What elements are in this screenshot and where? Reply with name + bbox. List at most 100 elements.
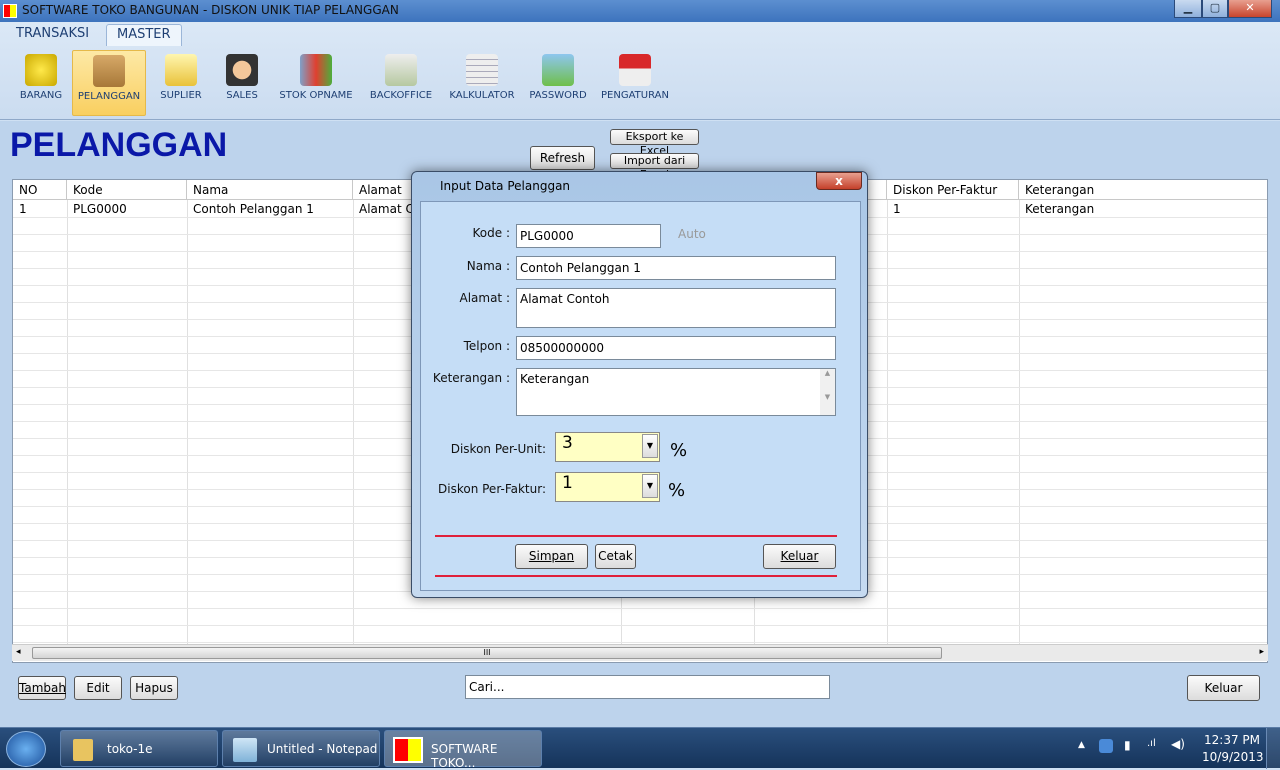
nama-field[interactable] <box>516 256 836 280</box>
clock-time[interactable]: 12:37 PM <box>1204 733 1260 747</box>
alamat-label: Alamat : <box>459 291 510 305</box>
diskon-unit-select[interactable]: 3 ▼ <box>555 432 660 462</box>
folder-icon <box>73 739 93 761</box>
dialog-keluar-button[interactable]: Keluar <box>763 544 836 569</box>
taskbar-label: SOFTWARE TOKO... <box>431 742 498 770</box>
column-header-no[interactable]: NO <box>13 180 67 200</box>
tool-label: SALES <box>226 90 258 101</box>
import-excel-button[interactable]: Import dari Excel <box>610 153 699 181</box>
column-header-keterangan[interactable]: Keterangan <box>1019 180 1267 200</box>
dialog-close-button[interactable]: x <box>816 172 862 190</box>
search-input[interactable] <box>465 675 830 699</box>
percent-label: % <box>670 440 688 461</box>
show-desktop-button[interactable] <box>1266 728 1280 769</box>
simpan-button[interactable]: Simpan <box>515 544 588 569</box>
grid-line <box>13 625 1267 626</box>
tool-label: PENGATURAN <box>601 90 669 101</box>
hapus-button[interactable]: Hapus <box>130 676 178 700</box>
chevron-down-icon[interactable]: ▼ <box>642 434 658 458</box>
keterangan-label: Keterangan : <box>432 371 510 385</box>
close-button[interactable]: ✕ <box>1228 0 1272 18</box>
input-dialog: Input Data Pelanggan x Kode : Auto Nama … <box>411 171 868 598</box>
volume-icon[interactable]: ◀) <box>1171 737 1185 751</box>
scrollbar-thumb[interactable]: III <box>32 647 942 659</box>
telpon-field[interactable] <box>516 336 836 360</box>
keterangan-text: Keterangan <box>520 372 590 386</box>
tool-label: SUPLIER <box>160 90 202 101</box>
tool-label: BACKOFFICE <box>369 90 433 101</box>
show-hidden-icons[interactable]: ▲ <box>1078 740 1085 750</box>
divider <box>435 575 837 577</box>
telpon-label: Telpon : <box>463 339 510 353</box>
clock-date[interactable]: 10/9/2013 <box>1202 750 1264 764</box>
minimize-button[interactable]: ▁ <box>1174 0 1202 18</box>
divider <box>435 535 837 537</box>
edit-button[interactable]: Edit <box>74 676 122 700</box>
grid-line <box>1019 200 1020 644</box>
power-icon[interactable]: ▮ <box>1124 738 1131 752</box>
diskon-unit-label: Diskon Per-Unit: <box>450 442 546 456</box>
nama-label: Nama : <box>466 259 510 273</box>
column-header-kode[interactable]: Kode <box>67 180 187 200</box>
network-app-icon[interactable] <box>1099 739 1113 753</box>
tool-kalkulator[interactable]: KALKULATOR <box>444 50 520 116</box>
tool-pengaturan[interactable]: PENGATURAN <box>596 50 674 116</box>
tambah-button[interactable]: Tambah <box>18 676 66 700</box>
tool-password[interactable]: PASSWORD <box>526 50 590 116</box>
app-icon <box>3 4 17 18</box>
horizontal-scrollbar[interactable]: ◂ III ▸ <box>12 644 1268 661</box>
lock-icon <box>542 54 574 86</box>
grid-line <box>187 200 188 644</box>
taskbar-item-folder[interactable]: toko-1e <box>60 730 218 767</box>
folder-icon <box>165 54 197 86</box>
grid-line <box>353 200 354 644</box>
scroll-left-icon[interactable]: ◂ <box>16 647 21 657</box>
maximize-button[interactable]: ▢ <box>1202 0 1228 18</box>
refresh-button[interactable]: Refresh <box>530 146 595 170</box>
taskbar-item-notepad[interactable]: Untitled - Notepad <box>222 730 380 767</box>
tool-sales[interactable]: SALES <box>218 50 266 116</box>
tool-label: STOK OPNAME <box>279 90 353 101</box>
column-header-diskon-faktur[interactable]: Diskon Per-Faktur <box>887 180 1019 200</box>
cetak-button[interactable]: Cetak <box>595 544 636 569</box>
tool-pelanggan[interactable]: PELANGGAN <box>72 50 146 116</box>
tool-suplier[interactable]: SUPLIER <box>154 50 208 116</box>
cell-alamat: Alamat C <box>359 202 414 216</box>
coins-icon <box>25 54 57 86</box>
kode-label: Kode : <box>472 226 510 240</box>
start-button[interactable] <box>6 731 46 767</box>
tool-backoffice[interactable]: BACKOFFICE <box>364 50 438 116</box>
tool-stok-opname[interactable]: STOK OPNAME <box>274 50 358 116</box>
taskbar-label: toko-1e <box>107 742 153 756</box>
package-icon <box>93 55 125 87</box>
taskbar-item-software[interactable]: SOFTWARE TOKO... <box>384 730 542 770</box>
alamat-field[interactable]: Alamat Contoh <box>516 288 836 328</box>
grid-line <box>13 642 1267 643</box>
keluar-button[interactable]: Keluar <box>1187 675 1260 701</box>
column-header-nama[interactable]: Nama <box>187 180 353 200</box>
vertical-scrollbar[interactable]: ▲ ▼ <box>820 369 835 415</box>
signal-icon[interactable]: .ıl <box>1147 738 1156 749</box>
tab-transaksi[interactable]: TRANSAKSI <box>6 24 99 46</box>
tool-barang[interactable]: BARANG <box>14 50 68 116</box>
chart-check-icon <box>300 54 332 86</box>
kode-field[interactable] <box>516 224 661 248</box>
page-title: PELANGGAN <box>10 126 228 164</box>
chevron-down-icon[interactable]: ▼ <box>642 474 658 498</box>
cell-no: 1 <box>19 202 27 216</box>
title-bar: SOFTWARE TOKO BANGUNAN - DISKON UNIK TIA… <box>0 0 1280 22</box>
auto-label: Auto <box>678 227 706 241</box>
keterangan-field[interactable]: Keterangan ▲ ▼ <box>516 368 836 416</box>
diskon-faktur-label: Diskon Per-Faktur: <box>438 482 546 496</box>
diskon-faktur-select[interactable]: 1 ▼ <box>555 472 660 502</box>
ribbon: TRANSAKSI MASTER BARANG PELANGGAN SUPLIE… <box>0 22 1280 120</box>
cell-kode: PLG0000 <box>73 202 127 216</box>
tool-label: PELANGGAN <box>77 91 141 102</box>
dialog-title: Input Data Pelanggan <box>440 179 571 193</box>
taskbar: toko-1e Untitled - Notepad SOFTWARE TOKO… <box>0 727 1280 770</box>
export-excel-button[interactable]: Eksport ke Excel <box>610 129 699 157</box>
tab-master[interactable]: MASTER <box>106 24 182 46</box>
scroll-right-icon[interactable]: ▸ <box>1259 647 1264 657</box>
calculator-icon <box>466 54 498 86</box>
grid-line <box>887 200 888 644</box>
